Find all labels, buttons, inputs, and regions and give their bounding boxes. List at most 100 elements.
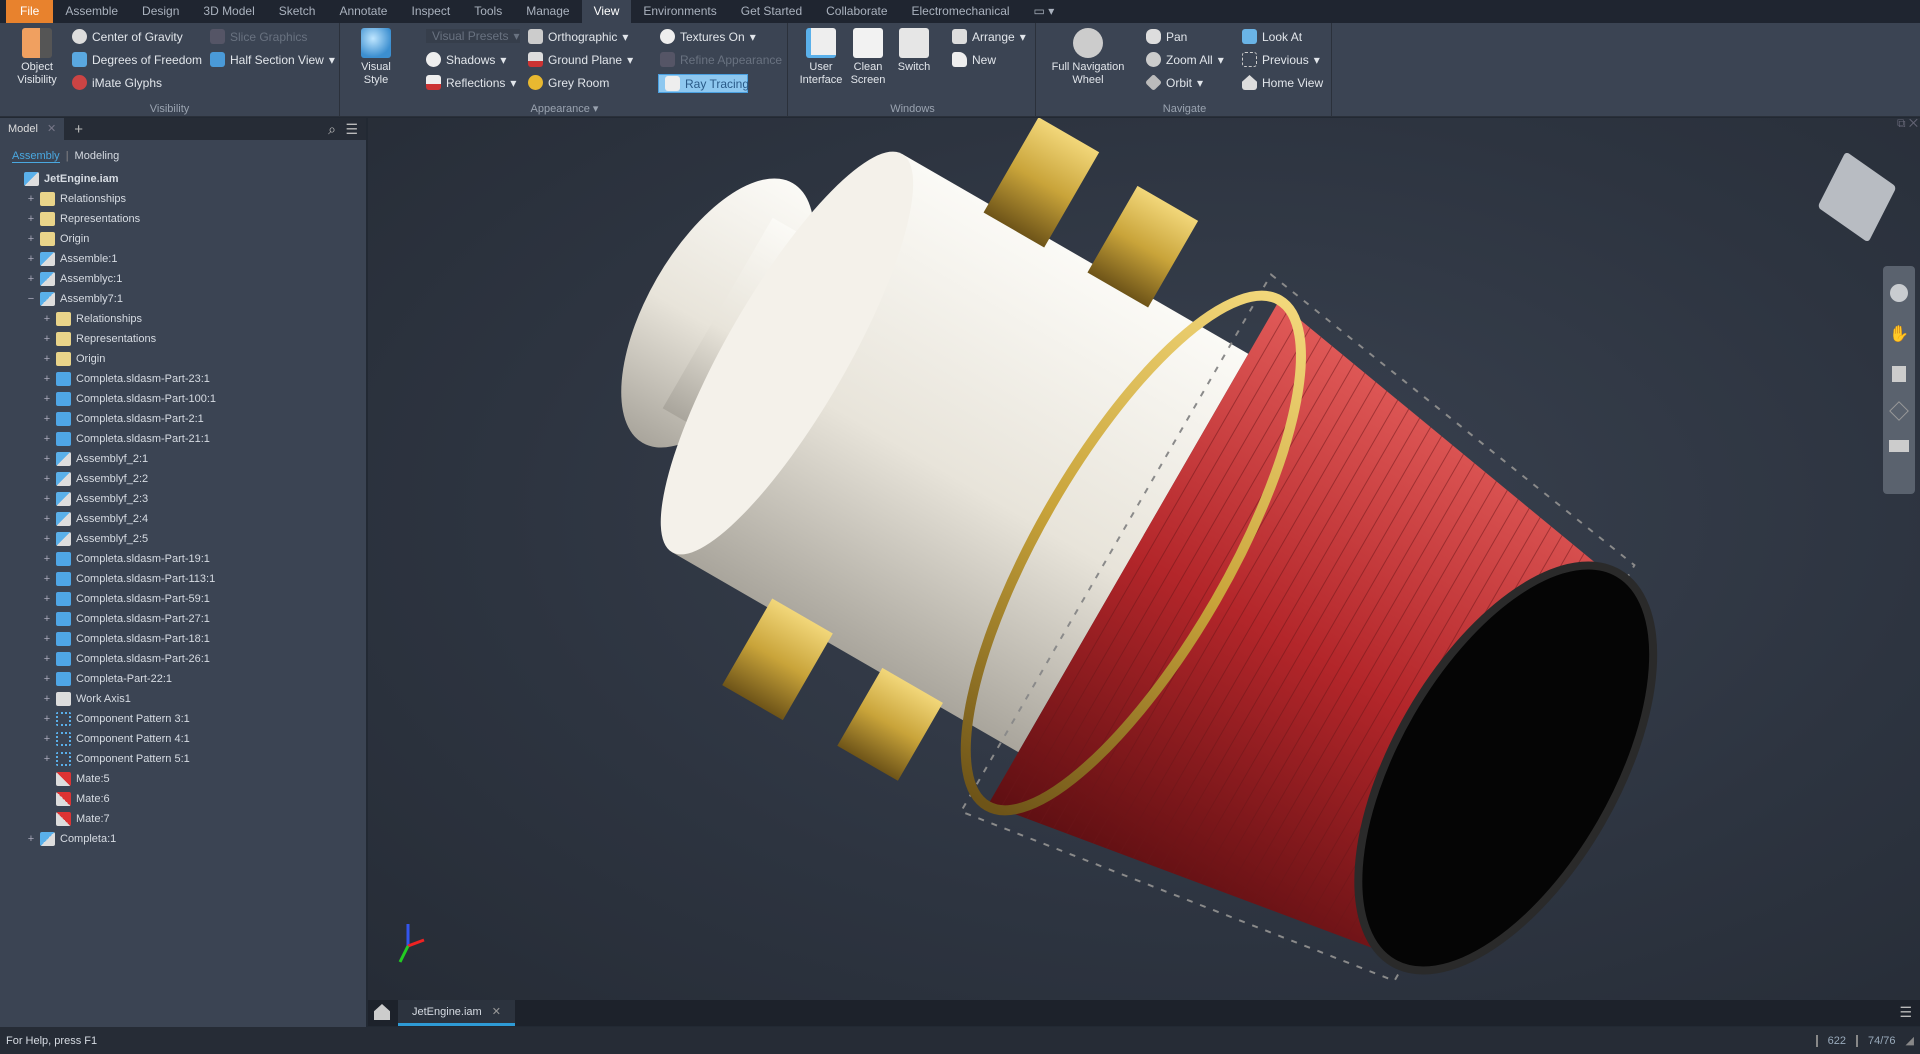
expand-toggle[interactable]: +	[42, 493, 52, 505]
menu-icon[interactable]: ☰	[1899, 1004, 1912, 1021]
tree-item[interactable]: + Origin	[26, 229, 89, 249]
expand-toggle[interactable]: +	[26, 833, 36, 845]
tree-item[interactable]: + Completa.sldasm-Part-23:1	[42, 369, 210, 389]
center-of-gravity-button[interactable]: Center of Gravity	[72, 29, 183, 44]
tree-item[interactable]: + Assemblyf_2:4	[42, 509, 148, 529]
tree-item[interactable]: Mate:5	[42, 769, 110, 789]
tree-item[interactable]: + Completa.sldasm-Part-18:1	[42, 629, 210, 649]
pan-button[interactable]: Pan	[1146, 29, 1187, 44]
tree-item[interactable]: + Component Pattern 5:1	[42, 749, 190, 769]
expand-toggle[interactable]: +	[42, 313, 52, 325]
expand-toggle[interactable]: +	[42, 653, 52, 665]
new-window-button[interactable]: New	[952, 52, 996, 67]
clean-screen-button[interactable]: Clean Screen	[848, 28, 888, 87]
orthographic-button[interactable]: Orthographic ▾	[528, 29, 628, 44]
tab-assemble[interactable]: Assemble	[53, 0, 130, 23]
tree-item[interactable]: JetEngine.iam	[10, 169, 119, 189]
expand-toggle[interactable]: +	[42, 733, 52, 745]
arrange-button[interactable]: Arrange ▾	[952, 29, 1026, 44]
expand-toggle[interactable]: +	[42, 693, 52, 705]
expand-toggle[interactable]: +	[42, 713, 52, 725]
document-tab[interactable]: JetEngine.iam ✕	[398, 1000, 515, 1026]
tree-item[interactable]: + Assemblyf_2:3	[42, 489, 148, 509]
subtab-modeling[interactable]: Modeling	[75, 150, 120, 163]
expand-toggle[interactable]: +	[42, 433, 52, 445]
ground-plane-button[interactable]: Ground Plane ▾	[528, 52, 633, 67]
expand-toggle[interactable]: +	[42, 373, 52, 385]
tree-item[interactable]: + Assemblyf_2:5	[42, 529, 148, 549]
zoom-icon[interactable]	[1892, 366, 1906, 382]
tree-item[interactable]: + Component Pattern 4:1	[42, 729, 190, 749]
expand-toggle[interactable]: +	[42, 473, 52, 485]
expand-toggle[interactable]: −	[26, 293, 36, 305]
look-at-button[interactable]: Look At	[1242, 29, 1302, 44]
resize-grip-icon[interactable]: ◢	[1906, 1034, 1914, 1047]
tab-tools[interactable]: Tools	[462, 0, 514, 23]
full-navigation-wheel-button[interactable]: Full Navigation Wheel	[1048, 28, 1128, 87]
reflections-button[interactable]: Reflections ▾	[426, 75, 516, 90]
expand-toggle[interactable]: +	[42, 753, 52, 765]
expand-toggle[interactable]: +	[26, 273, 36, 285]
refine-appearance-button[interactable]: Refine Appearance	[660, 52, 782, 67]
home-view-button[interactable]: Home View	[1242, 75, 1323, 90]
shadows-button[interactable]: Shadows ▾	[426, 52, 506, 67]
tab-get-started[interactable]: Get Started	[729, 0, 814, 23]
slice-graphics-button[interactable]: Slice Graphics	[210, 29, 307, 44]
tab-manage[interactable]: Manage	[514, 0, 581, 23]
tab-sketch[interactable]: Sketch	[267, 0, 328, 23]
tree-item[interactable]: + Completa.sldasm-Part-27:1	[42, 609, 210, 629]
imate-glyphs-button[interactable]: iMate Glyphs	[72, 75, 162, 90]
tree-item[interactable]: + Relationships	[26, 189, 126, 209]
switch-button[interactable]: Switch	[894, 28, 934, 74]
grey-room-dropdown[interactable]: Grey Room▾	[528, 75, 678, 90]
tab-3d-model[interactable]: 3D Model	[191, 0, 266, 23]
tree-item[interactable]: + Completa.sldasm-Part-113:1	[42, 569, 215, 589]
orbit-button[interactable]: Orbit ▾	[1145, 74, 1203, 91]
close-icon[interactable]: ✕	[47, 123, 56, 135]
textures-on-button[interactable]: Textures On ▾	[660, 29, 756, 44]
expand-toggle[interactable]: +	[26, 213, 36, 225]
tree-item[interactable]: + Representations	[42, 329, 156, 349]
tab-environments[interactable]: Environments	[631, 0, 728, 23]
tab-view[interactable]: View	[581, 0, 632, 23]
expand-toggle[interactable]: +	[42, 333, 52, 345]
3d-viewport[interactable]: ⧉ ✕ ✋	[368, 116, 1920, 1000]
tab-design[interactable]: Design	[130, 0, 191, 23]
expand-toggle[interactable]: +	[42, 673, 52, 685]
tree-item[interactable]: + Component Pattern 3:1	[42, 709, 190, 729]
tree-item[interactable]: + Representations	[26, 209, 140, 229]
expand-toggle[interactable]: +	[42, 593, 52, 605]
home-icon[interactable]	[374, 1004, 390, 1020]
tree-item[interactable]: + Assemblyf_2:2	[42, 469, 148, 489]
tab-inspect[interactable]: Inspect	[399, 0, 462, 23]
visual-presets-dropdown[interactable]: Visual Presets ▾	[426, 29, 520, 43]
tree-item[interactable]: + Completa.sldasm-Part-19:1	[42, 549, 210, 569]
tree-item[interactable]: + Completa-Part-22:1	[42, 669, 172, 689]
expand-toggle[interactable]: +	[42, 613, 52, 625]
visual-style-button[interactable]: Visual Style	[350, 28, 402, 87]
tree-item[interactable]: Mate:6	[42, 789, 110, 809]
tree-item[interactable]: Mate:7	[42, 809, 110, 829]
tree-item[interactable]: + Relationships	[42, 309, 142, 329]
tree-item[interactable]: + Work Axis1	[42, 689, 131, 709]
navigation-wheel-icon[interactable]	[1890, 284, 1908, 302]
user-interface-button[interactable]: User Interface	[798, 28, 844, 87]
expand-toggle[interactable]: +	[42, 553, 52, 565]
previous-view-button[interactable]: Previous ▾	[1242, 52, 1320, 67]
pan-icon[interactable]: ✋	[1889, 324, 1909, 344]
tree-item[interactable]: + Completa.sldasm-Part-59:1	[42, 589, 210, 609]
expand-toggle[interactable]: +	[26, 253, 36, 265]
ribbon-options-button[interactable]: ▭ ▾	[1022, 0, 1067, 23]
tree-item[interactable]: + Completa:1	[26, 829, 116, 849]
expand-toggle[interactable]: +	[26, 193, 36, 205]
tree-item[interactable]: + Assemblyc:1	[26, 269, 122, 289]
tab-model[interactable]: Model ✕	[0, 118, 65, 140]
degrees-of-freedom-button[interactable]: Degrees of Freedom	[72, 52, 202, 67]
viewport-restore-icon[interactable]: ⧉ ✕	[1897, 116, 1918, 131]
expand-toggle[interactable]: +	[26, 233, 36, 245]
tree-item[interactable]: + Assemble:1	[26, 249, 117, 269]
subtab-assembly[interactable]: Assembly	[12, 150, 60, 163]
tab-annotate[interactable]: Annotate	[327, 0, 399, 23]
tree-item[interactable]: + Origin	[42, 349, 105, 369]
ray-tracing-button[interactable]: Ray Tracing	[658, 74, 749, 93]
